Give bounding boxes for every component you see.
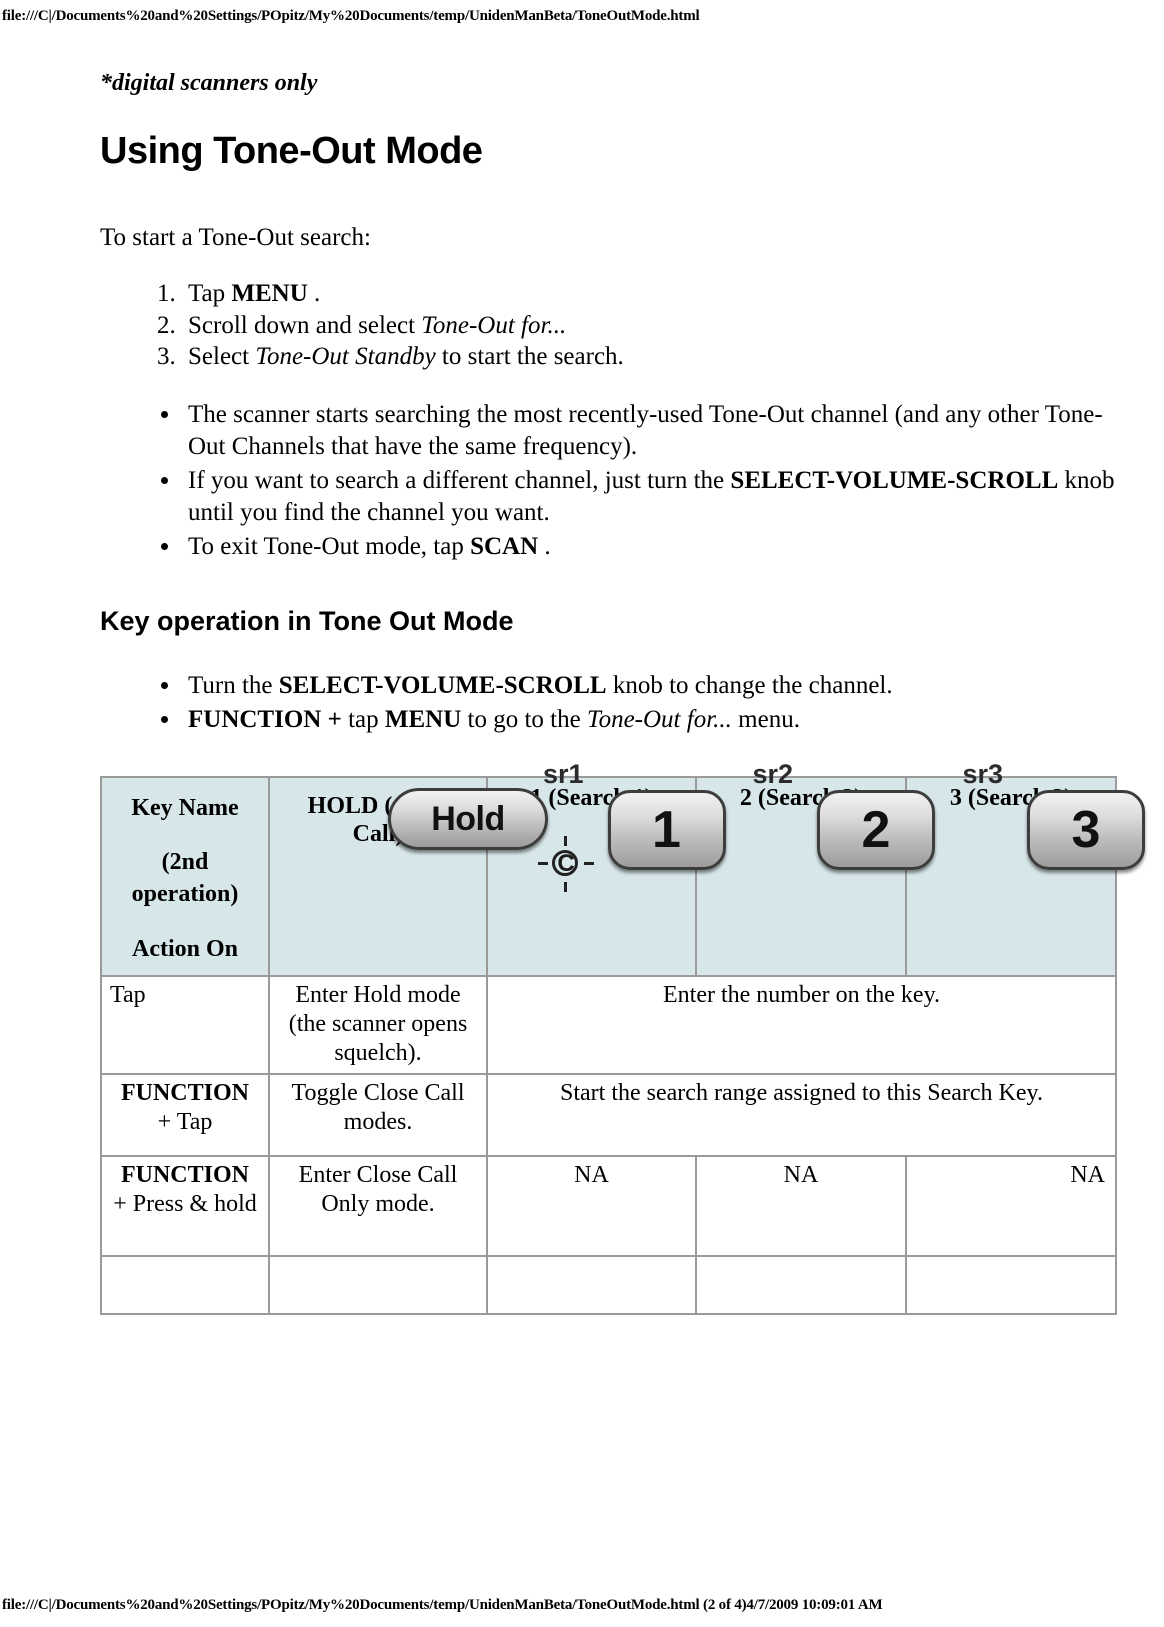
header-cell-key-name: Key Name (2nd operation) Action On xyxy=(101,776,270,978)
list-item: Turn the SELECT-VOLUME-SCROLL knob to ch… xyxy=(182,670,1120,702)
list-item: FUNCTION + tap MENU to go to the Tone-Ou… xyxy=(182,704,1120,736)
bullet-text-bold: SELECT-VOLUME-SCROLL xyxy=(730,467,1059,495)
bullet-text-bold-1: FUNCTION + xyxy=(188,705,342,733)
table-row: FUNCTION + Press & hold Enter Close Call… xyxy=(101,1156,1117,1258)
row-hold-function-tap: Toggle Close Call modes. xyxy=(269,1074,488,1158)
row-cell-empty xyxy=(101,1256,270,1316)
browser-header-url: file:///C|/Documents%20and%20Settings/PO… xyxy=(2,8,700,24)
bullet-text-bold: SELECT-VOLUME-SCROLL xyxy=(278,671,607,699)
bullet-text-pre: Turn the xyxy=(188,671,279,699)
step-text-italic: Tone-Out for... xyxy=(421,311,567,339)
page-title: Using Tone-Out Mode xyxy=(100,129,483,172)
row-action-bold: FUNCTION xyxy=(120,1162,249,1189)
bullet-text-italic: Tone-Out for... xyxy=(586,705,732,733)
bullet-text-post: menu. xyxy=(731,705,800,733)
table-row: Tap Enter Hold mode (the scanner opens s… xyxy=(101,976,1117,1076)
row-hold-function-press-hold: Enter Close Call Only mode. xyxy=(269,1156,488,1258)
row-span-start-search-range: Start the search range assigned to this … xyxy=(487,1074,1117,1158)
step-text-bold: MENU xyxy=(231,279,308,307)
list-item: Select Tone-Out Standby to start the sea… xyxy=(182,341,1120,373)
tone-out-steps-list: Tap MENU . Scroll down and select Tone-O… xyxy=(100,278,1120,373)
row-action-function-tap: FUNCTION + Tap xyxy=(101,1074,270,1158)
browser-footer-url: file:///C|/Documents%20and%20Settings/PO… xyxy=(2,1597,883,1613)
header-cell-key-3: 3 sr3 3 (Search 3) xyxy=(906,760,1145,978)
header-key-name-line4: Action On xyxy=(131,935,238,962)
key-operation-table: Key Name (2nd operation) Action On Hold … xyxy=(100,760,1145,1316)
digital-scanners-note: *digital scanners only xyxy=(100,70,318,96)
step-text-pre: Scroll down and select xyxy=(188,311,422,339)
step-text-post: . xyxy=(307,279,321,307)
row-span-enter-number: Enter the number on the key. xyxy=(487,976,1117,1076)
intro-paragraph: To start a Tone-Out search: xyxy=(100,224,371,252)
row-cell-empty xyxy=(487,1256,697,1316)
row-action-rest: + Tap xyxy=(157,1108,213,1135)
row-cell-na-3: NA xyxy=(906,1156,1117,1258)
row-action-bold: FUNCTION xyxy=(120,1080,249,1107)
bullet-text-bold-2: MENU xyxy=(384,705,462,733)
list-item: Scroll down and select Tone-Out for... xyxy=(182,310,1120,342)
list-item: Tap MENU . xyxy=(182,278,1120,310)
bullet-text-post: knob to change the channel. xyxy=(606,671,893,699)
row-cell-na-2: NA xyxy=(696,1156,907,1258)
row-cell-na-1: NA xyxy=(487,1156,697,1258)
header-key-name-line1: Key Name xyxy=(131,794,239,821)
list-item: The scanner starts searching the most re… xyxy=(182,399,1120,463)
row-action-tap: Tap xyxy=(101,976,270,1076)
row-cell-empty xyxy=(696,1256,907,1316)
row-action-rest: + Press & hold xyxy=(113,1190,257,1217)
row-cell-empty xyxy=(269,1256,488,1316)
header-key-name-line2: (2nd xyxy=(161,848,209,875)
key-operation-list: Turn the SELECT-VOLUME-SCROLL knob to ch… xyxy=(100,670,1120,736)
step-text-post: to start the search. xyxy=(435,343,624,371)
row-hold-tap: Enter Hold mode (the scanner opens squel… xyxy=(269,976,488,1076)
header-cell-hold-key: Hold C HOLD (Close Call) xyxy=(269,776,594,978)
step-text-pre: Select xyxy=(188,343,256,371)
table-header-row: Key Name (2nd operation) Action On Hold … xyxy=(101,760,1145,978)
bullet-text-pre: If you want to search a different channe… xyxy=(188,467,731,495)
header-cell-key-2: 2 sr2 2 (Search 2) xyxy=(696,760,935,978)
list-item: To exit Tone-Out mode, tap SCAN . xyxy=(182,531,1120,563)
tone-out-notes-list: The scanner starts searching the most re… xyxy=(100,399,1120,563)
bullet-text-mid-1: tap xyxy=(341,705,385,733)
step-text-italic: Tone-Out Standby xyxy=(255,343,436,371)
header-key-name-line3: operation) xyxy=(131,881,239,908)
step-text-pre: Tap xyxy=(188,279,232,307)
section-title-key-operation: Key operation in Tone Out Mode xyxy=(100,606,514,637)
list-item: If you want to search a different channe… xyxy=(182,465,1120,529)
row-cell-empty xyxy=(906,1256,1117,1316)
bullet-text-bold: SCAN xyxy=(470,533,539,561)
bullet-text-pre: To exit Tone-Out mode, tap xyxy=(188,533,471,561)
document-content: *digital scanners only Using Tone-Out Mo… xyxy=(100,70,1145,1316)
table-row: FUNCTION + Tap Toggle Close Call modes. … xyxy=(101,1074,1117,1158)
bullet-text-post: . xyxy=(538,533,551,561)
bullet-text-mid-2: to go to the xyxy=(461,705,587,733)
row-action-function-press-hold: FUNCTION + Press & hold xyxy=(101,1156,270,1258)
table-row-partial xyxy=(101,1256,1117,1316)
